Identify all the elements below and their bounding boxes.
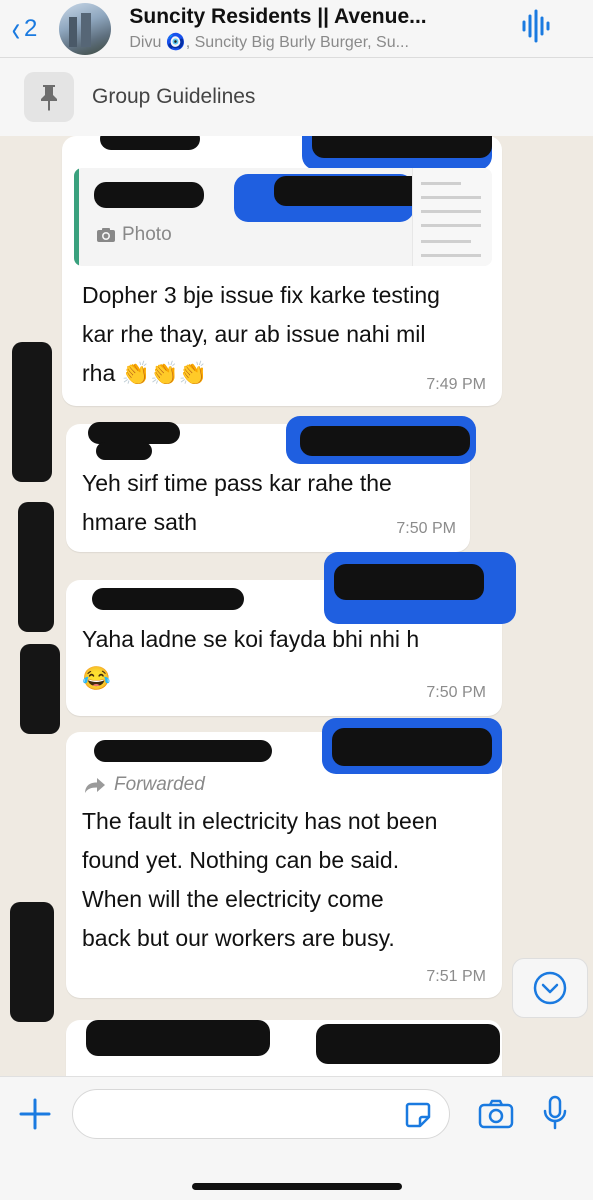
quote-type: Photo — [122, 224, 172, 245]
sticker-icon[interactable] — [404, 1101, 432, 1129]
redacted-sender-name — [100, 136, 200, 150]
microphone-icon[interactable] — [542, 1095, 568, 1131]
group-title: Suncity Residents || Avenue... — [129, 5, 427, 28]
redacted-avatar — [10, 902, 54, 1022]
redacted-sender-name — [94, 740, 272, 762]
message-list[interactable]: Photo Dopher 3 bje issue fix karke testi… — [0, 136, 593, 1076]
quoted-message[interactable]: Photo — [74, 168, 492, 266]
back-button[interactable]: ‹ 2 — [10, 7, 38, 49]
message-bubble[interactable] — [66, 1020, 502, 1076]
redacted-phone — [334, 564, 484, 600]
unread-count: 2 — [24, 14, 38, 42]
message-time: 7:50 PM — [426, 684, 486, 701]
camera-icon[interactable] — [478, 1099, 514, 1129]
group-subtitle: Divu 🧿, Suncity Big Burly Burger, Su... — [129, 34, 409, 51]
message-time: 7:50 PM — [396, 520, 456, 537]
redacted-phone — [332, 728, 492, 766]
quote-accent-bar — [74, 168, 79, 266]
pin-icon-box — [24, 72, 74, 122]
home-indicator — [192, 1183, 402, 1190]
group-info[interactable]: Suncity Residents || Avenue... Divu 🧿, S… — [129, 5, 469, 52]
pinned-message-bar[interactable]: Group Guidelines — [0, 58, 593, 136]
message-bubble[interactable]: Yeh sirf time pass kar rahe the hmare sa… — [66, 416, 476, 552]
redacted-phone — [312, 136, 492, 158]
message-text: The fault in electricity has not been fo… — [82, 808, 438, 951]
plus-icon[interactable] — [18, 1097, 52, 1131]
redacted-phone — [316, 1024, 500, 1064]
pin-icon — [41, 85, 57, 111]
chevron-left-icon: ‹ — [11, 7, 21, 49]
message-input[interactable] — [72, 1089, 450, 1139]
scroll-to-bottom-button[interactable] — [512, 958, 588, 1018]
message-bubble[interactable]: Photo Dopher 3 bje issue fix karke testi… — [62, 136, 502, 406]
redacted-avatar — [18, 502, 54, 632]
redacted-quote-phone — [274, 176, 424, 206]
forward-arrow-icon — [85, 778, 105, 793]
redacted-phone — [300, 426, 470, 456]
redacted-sender-name — [86, 1020, 270, 1056]
redacted-avatar — [12, 342, 52, 482]
message-bubble[interactable]: Yaha ladne se koi fayda bhi nhi h 😂 7:50… — [66, 552, 516, 716]
forwarded-label: Forwarded — [84, 774, 205, 796]
group-avatar[interactable] — [59, 2, 112, 55]
redacted-avatar — [20, 644, 60, 734]
chat-header: ‹ 2 Suncity Residents || Avenue... Divu … — [0, 0, 593, 58]
waveform-icon[interactable] — [521, 8, 553, 44]
message-time: 7:51 PM — [426, 968, 486, 985]
redacted-quote-sender — [94, 182, 204, 208]
redacted-sender-name — [92, 588, 244, 610]
message-bubble[interactable]: Forwarded The fault in electricity has n… — [66, 718, 502, 998]
camera-icon — [97, 228, 115, 242]
chevron-down-circle-icon — [533, 971, 567, 1005]
redacted-sender-name — [88, 422, 180, 444]
redacted-sender-name — [96, 442, 152, 460]
message-input-bar — [0, 1076, 593, 1200]
message-time: 7:49 PM — [426, 376, 486, 393]
quote-thumbnail — [412, 168, 492, 266]
pinned-label: Group Guidelines — [92, 85, 256, 108]
quote-photo-label: Photo — [96, 224, 172, 246]
